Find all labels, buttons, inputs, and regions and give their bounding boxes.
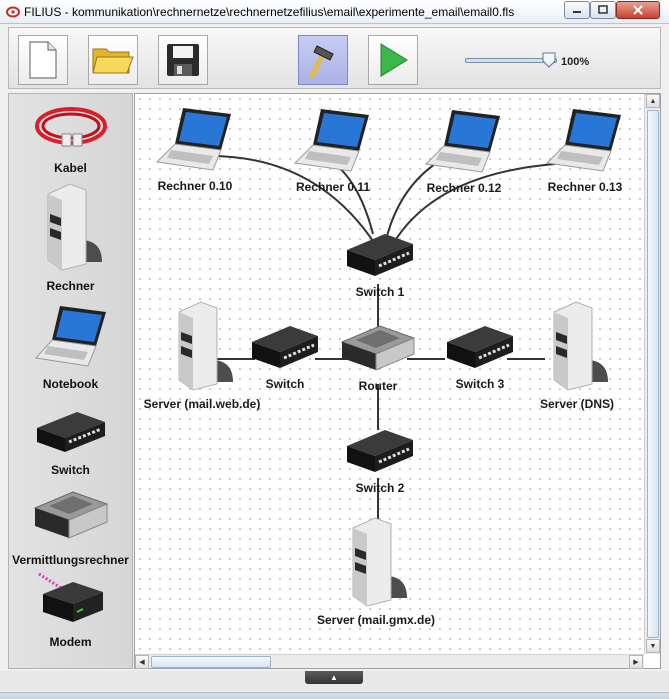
scroll-right-icon[interactable]: ▶ [629, 655, 643, 669]
minimize-button[interactable] [564, 1, 590, 19]
node-label: Rechner 0.10 [157, 179, 233, 193]
scroll-left-icon[interactable]: ◀ [135, 655, 149, 669]
vertical-scroll-thumb[interactable] [647, 110, 659, 638]
node-label: Switch 1 [355, 285, 405, 299]
node-server-dns[interactable]: Server (DNS) [527, 298, 627, 411]
palette-label: Kabel [54, 161, 87, 175]
scroll-up-icon[interactable]: ▲ [646, 94, 660, 108]
window-bottom-border [0, 692, 669, 699]
scroll-down-icon[interactable]: ▼ [646, 639, 660, 653]
node-rechner-012[interactable]: Rechner 0.12 [414, 104, 514, 195]
component-palette: Kabel Rechner Notebook Switch Vermittlun… [8, 93, 133, 669]
router-icon [340, 325, 416, 371]
palette-label: Switch [51, 463, 90, 477]
node-rechner-013[interactable]: Rechner 0.13 [535, 103, 635, 194]
save-file-button[interactable] [158, 35, 208, 85]
node-label: Server (mail.web.de) [143, 397, 261, 411]
node-switch-2[interactable]: Switch 2 [335, 424, 425, 495]
play-icon [380, 43, 408, 77]
node-label: Router [358, 379, 398, 393]
notebook-icon [34, 306, 106, 367]
node-label: Switch [265, 377, 305, 391]
node-switch[interactable]: Switch [245, 320, 325, 391]
open-folder-icon [92, 48, 134, 74]
new-document-icon [29, 41, 57, 79]
router-icon [33, 491, 108, 539]
maximize-icon [598, 5, 608, 14]
simulation-mode-button[interactable] [368, 35, 418, 85]
server-icon [352, 517, 407, 607]
open-file-button[interactable] [88, 35, 138, 85]
palette-item-notebook[interactable]: Notebook [9, 300, 132, 391]
palette-label: Rechner [46, 279, 95, 293]
title-bar: FILIUS - kommunikation\rechnernetze\rech… [0, 0, 669, 24]
vertical-scrollbar[interactable]: ▲ ▼ [644, 94, 660, 654]
palette-label: Notebook [42, 377, 99, 391]
node-label: Switch 3 [455, 377, 505, 391]
zoom-level: 100% [561, 56, 590, 68]
server-icon [47, 183, 102, 271]
palette-item-router[interactable]: Vermittlungsrechner [9, 486, 132, 567]
maximize-button[interactable] [590, 1, 616, 19]
node-label: Rechner 0.12 [426, 181, 502, 195]
switch-icon [447, 326, 513, 368]
new-file-button[interactable] [18, 35, 68, 85]
switch-icon [347, 430, 413, 472]
design-mode-button[interactable] [298, 35, 348, 85]
palette-item-rechner[interactable]: Rechner [9, 180, 132, 293]
node-rechner-010[interactable]: Rechner 0.10 [145, 102, 245, 193]
zoom-slider-thumb[interactable] [542, 52, 556, 68]
node-rechner-011[interactable]: Rechner 0.11 [283, 103, 383, 194]
switch-icon [36, 412, 105, 452]
node-switch-1[interactable]: Switch 1 [335, 228, 425, 299]
modem-icon [37, 572, 103, 622]
palette-item-cable[interactable]: Kabel [9, 102, 132, 175]
notebook-icon [155, 108, 231, 171]
chevron-up-icon: ▲ [330, 673, 338, 682]
network-canvas-frame: Rechner 0.10 Rechner 0.11 Rechner 0.12 R… [134, 93, 661, 669]
palette-label: Modem [49, 635, 92, 649]
palette-item-modem[interactable]: Modem [9, 568, 132, 649]
toolbar: 100% [8, 27, 661, 89]
node-router[interactable]: Router [335, 320, 421, 393]
expand-panel-button[interactable]: ▲ [305, 671, 363, 684]
hammer-icon [309, 45, 334, 79]
close-button[interactable] [616, 1, 660, 19]
save-disk-icon [167, 44, 199, 76]
notebook-icon [545, 109, 621, 172]
node-label: Rechner 0.11 [295, 180, 371, 194]
cable-icon [34, 107, 107, 147]
filius-app-icon [6, 6, 20, 18]
notebook-icon [293, 109, 369, 172]
switch-icon [347, 234, 413, 276]
node-label: Switch 2 [355, 481, 405, 495]
node-switch-3[interactable]: Switch 3 [435, 320, 525, 391]
palette-item-switch[interactable]: Switch [9, 406, 132, 477]
node-label: Server (mail.gmx.de) [316, 613, 436, 627]
minimize-icon [573, 11, 581, 13]
server-icon [553, 301, 608, 391]
horizontal-scroll-thumb[interactable] [151, 656, 271, 668]
switch-icon [252, 326, 318, 368]
node-server-mail-gmx[interactable]: Server (mail.gmx.de) [311, 514, 441, 627]
node-label: Server (DNS) [539, 397, 615, 411]
server-icon [178, 301, 233, 391]
close-icon [633, 5, 643, 15]
window-title: FILIUS - kommunikation\rechnernetze\rech… [24, 5, 515, 19]
palette-label: Vermittlungsrechner [12, 553, 129, 567]
network-canvas[interactable]: Rechner 0.10 Rechner 0.11 Rechner 0.12 R… [135, 94, 644, 654]
notebook-icon [424, 110, 500, 173]
node-label: Rechner 0.13 [547, 180, 623, 194]
horizontal-scrollbar[interactable]: ◀ ▶ [135, 654, 644, 669]
